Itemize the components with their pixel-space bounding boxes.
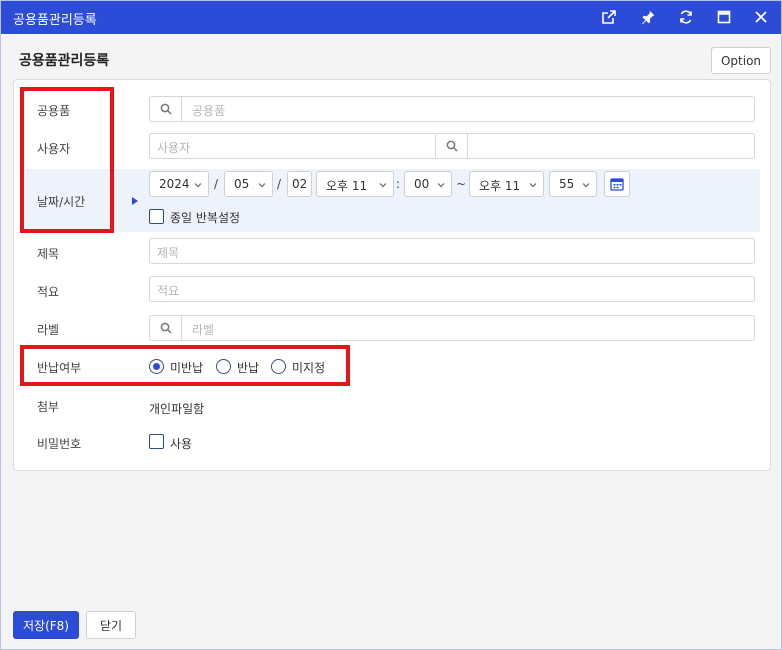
password-checkbox-label: 사용 bbox=[170, 437, 193, 451]
day-field[interactable]: 02 bbox=[287, 171, 312, 197]
subject-label: 제목 bbox=[37, 247, 60, 261]
attach-label: 첨부 bbox=[37, 400, 60, 414]
refresh-icon[interactable] bbox=[676, 7, 696, 27]
close-button[interactable]: 닫기 bbox=[86, 611, 136, 639]
search-icon[interactable] bbox=[150, 316, 182, 340]
page-title: 공용품관리등록 bbox=[19, 53, 110, 69]
time-separator: : bbox=[396, 177, 401, 191]
start-minute-select[interactable]: 00 bbox=[404, 171, 452, 197]
allday-checkbox[interactable] bbox=[149, 209, 164, 224]
password-checkbox[interactable] bbox=[149, 434, 164, 449]
tag-search-field[interactable]: 라벨 bbox=[149, 315, 755, 341]
dialog-window: 공용품관리등록 공용품관리등록 Option 공용품 공용품 사용자 사용자 날… bbox=[0, 0, 782, 650]
maximize-icon[interactable] bbox=[714, 7, 734, 27]
subject-field[interactable]: 제목 bbox=[149, 238, 755, 264]
chevron-down-icon bbox=[194, 183, 202, 188]
item-search-field[interactable]: 공용품 bbox=[149, 96, 755, 122]
tag-placeholder: 라벨 bbox=[192, 323, 215, 337]
date-separator: / bbox=[277, 177, 282, 191]
item-placeholder: 공용품 bbox=[192, 104, 226, 118]
expand-arrow-icon[interactable] bbox=[132, 197, 138, 205]
end-hour-select[interactable]: 오후 11 bbox=[469, 171, 544, 197]
range-separator: ~ bbox=[456, 177, 467, 191]
calendar-button[interactable] bbox=[604, 171, 630, 197]
chevron-down-icon bbox=[437, 183, 445, 188]
summary-field[interactable]: 적요 bbox=[149, 276, 755, 302]
subject-placeholder: 제목 bbox=[157, 246, 180, 260]
attach-link[interactable]: 개인파일함 bbox=[149, 400, 204, 417]
search-icon[interactable] bbox=[436, 134, 468, 158]
calendar-icon bbox=[610, 178, 624, 191]
user-search-field[interactable] bbox=[435, 133, 755, 159]
user-field[interactable]: 사용자 bbox=[149, 133, 437, 159]
chevron-down-icon bbox=[379, 183, 387, 188]
summary-placeholder: 적요 bbox=[157, 284, 180, 298]
option-button[interactable]: Option bbox=[711, 47, 771, 74]
highlight-box-return bbox=[20, 345, 350, 386]
allday-label: 종일 반복설정 bbox=[170, 211, 241, 225]
title-bar: 공용품관리등록 bbox=[1, 1, 781, 34]
date-separator: / bbox=[214, 177, 219, 191]
chevron-down-icon bbox=[529, 183, 537, 188]
password-label: 비밀번호 bbox=[37, 437, 82, 451]
save-button[interactable]: 저장(F8) bbox=[13, 611, 79, 639]
end-minute-select[interactable]: 55 bbox=[549, 171, 597, 197]
pin-icon[interactable] bbox=[638, 7, 658, 27]
highlight-box-labels bbox=[20, 87, 114, 233]
close-icon[interactable] bbox=[751, 7, 771, 27]
chevron-down-icon bbox=[258, 183, 266, 188]
start-hour-select[interactable]: 오후 11 bbox=[316, 171, 394, 197]
search-icon[interactable] bbox=[150, 97, 182, 121]
user-placeholder: 사용자 bbox=[157, 141, 191, 155]
window-title: 공용품관리등록 bbox=[13, 13, 97, 28]
chevron-down-icon bbox=[582, 183, 590, 188]
tag-label: 라벨 bbox=[37, 323, 60, 337]
popout-icon[interactable] bbox=[599, 7, 619, 27]
year-select[interactable]: 2024 bbox=[149, 171, 209, 197]
month-select[interactable]: 05 bbox=[224, 171, 273, 197]
summary-label: 적요 bbox=[37, 285, 60, 299]
